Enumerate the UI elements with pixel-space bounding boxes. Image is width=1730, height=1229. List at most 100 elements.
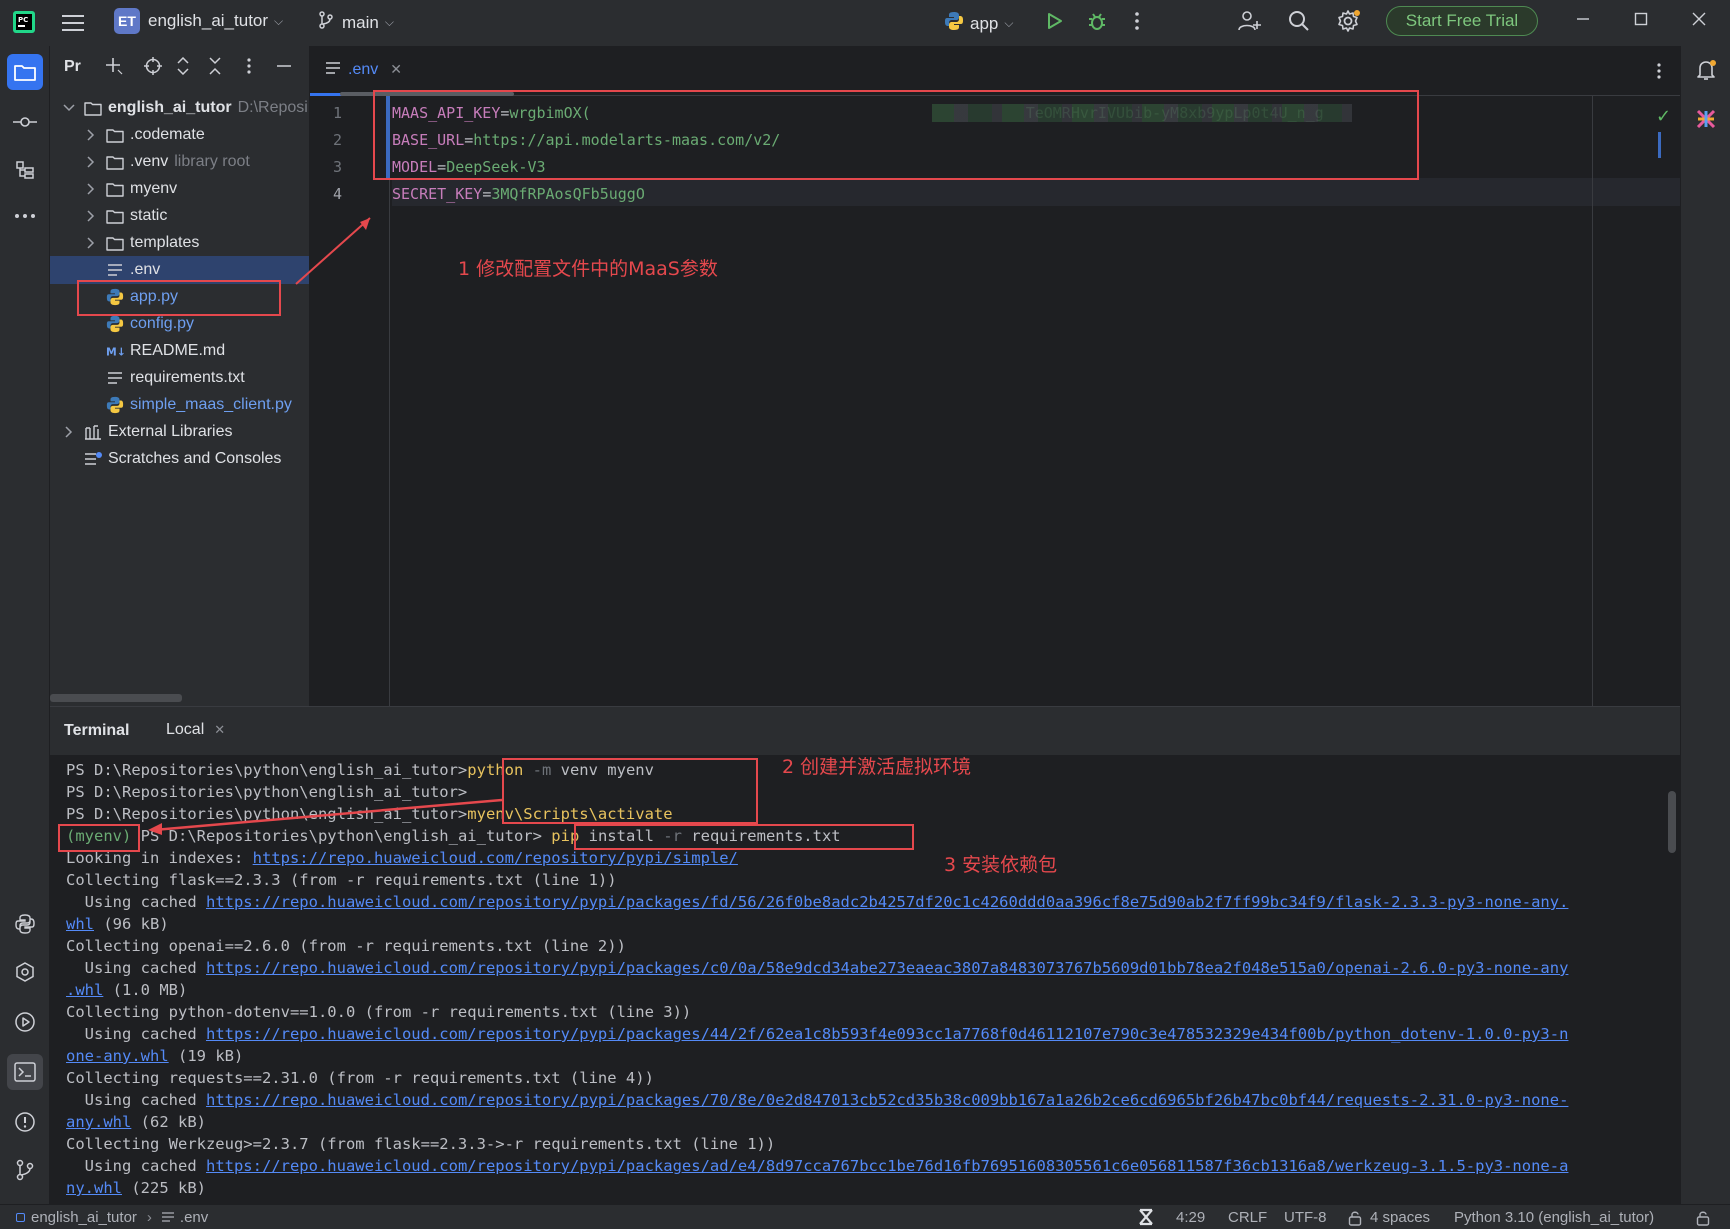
annotation-arrow-1 (295, 217, 371, 285)
text-file-icon (106, 370, 124, 386)
ai-assistant-icon[interactable] (1695, 108, 1717, 130)
tree-item-label: simple_maas_client.py (130, 396, 292, 413)
structure-icon[interactable] (7, 152, 43, 188)
package-url-link[interactable]: whl (66, 915, 94, 933)
chevron-down-icon[interactable] (62, 101, 76, 115)
terminal-line: any.whl (62 kB) (66, 1113, 206, 1131)
tree-item[interactable]: .codemate (50, 121, 309, 149)
close-tab-icon[interactable]: ✕ (390, 61, 402, 78)
package-url-link[interactable]: https://repo.huaweicloud.com/repository/… (206, 1157, 1568, 1175)
project-badge: ET (114, 8, 140, 34)
chevron-right-icon[interactable] (84, 128, 98, 142)
add-user-icon[interactable] (1238, 10, 1262, 32)
python-interpreter[interactable]: Python 3.10 (english_ai_tutor) (1454, 1209, 1654, 1226)
terminal-title: Terminal (64, 722, 130, 739)
code-line: SECRET_KEY=3MQfRPAosQFb5uggO (392, 185, 645, 203)
terminal-line: Collecting openai==2.6.0 (from -r requir… (66, 937, 626, 955)
tree-item[interactable]: Scratches and Consoles (50, 445, 309, 473)
package-url-link[interactable]: https://repo.huaweicloud.com/repository/… (206, 1091, 1568, 1109)
commit-icon[interactable] (7, 104, 43, 140)
pycharm-logo-icon[interactable]: PC (12, 10, 36, 34)
python-packages-icon[interactable] (7, 906, 43, 942)
notifications-bell-icon[interactable] (1694, 58, 1718, 82)
close-tab-icon[interactable]: ✕ (214, 722, 225, 738)
debug-icon[interactable] (1086, 10, 1108, 32)
package-url-link[interactable]: https://repo.huaweicloud.com/repository/… (206, 959, 1568, 977)
read-only-lock-icon[interactable] (1696, 1210, 1710, 1229)
folder-icon (84, 100, 102, 116)
package-url-link[interactable]: https://repo.huaweicloud.com/repository/… (206, 893, 1568, 911)
terminal-scrollbar[interactable] (1668, 791, 1676, 853)
breadcrumb[interactable]: english_ai_tutor › .env (16, 1209, 208, 1226)
package-url-link[interactable]: https://repo.huaweicloud.com/repository/… (206, 1025, 1568, 1043)
folder-icon (106, 235, 124, 251)
editor-tab-label: .env (348, 60, 379, 78)
tree-item[interactable]: english_ai_tutor D:\Reposi (50, 94, 309, 122)
package-url-link[interactable]: any.whl (66, 1113, 131, 1131)
tree-item[interactable]: .venv library root (50, 148, 309, 176)
indent-setting[interactable]: 4 spaces (1370, 1209, 1430, 1226)
package-url-link[interactable]: ny.whl (66, 1179, 122, 1197)
tree-item[interactable]: templates (50, 229, 309, 257)
tree-item[interactable]: requirements.txt (50, 364, 309, 392)
new-file-icon[interactable] (104, 56, 124, 76)
hide-panel-icon[interactable] (276, 58, 292, 74)
chevron-right-icon[interactable] (84, 182, 98, 196)
main-menu-icon[interactable] (60, 10, 86, 36)
project-panel-title[interactable]: Pr (64, 58, 81, 76)
markdown-file-icon: M↓ (106, 343, 124, 359)
package-url-link[interactable]: one-any.whl (66, 1047, 169, 1065)
breadcrumb-file[interactable]: .env (180, 1209, 208, 1226)
chevron-right-icon[interactable] (84, 236, 98, 250)
problems-icon[interactable] (7, 1104, 43, 1140)
terminal-tab-bar: Terminal Local ✕ (50, 707, 1680, 755)
tree-item[interactable]: External Libraries (50, 418, 309, 446)
collapse-all-icon[interactable] (208, 57, 222, 75)
code-token: SECRET_KEY (392, 185, 483, 203)
run-icon[interactable] (1044, 11, 1064, 31)
expand-all-icon[interactable] (176, 57, 190, 75)
more-vertical-icon[interactable] (1134, 11, 1140, 31)
branch-selector[interactable]: main ⌵ (318, 11, 394, 34)
line-separator[interactable]: CRLF (1228, 1209, 1267, 1226)
chevron-right-icon[interactable] (84, 155, 98, 169)
terminal-icon[interactable] (7, 1054, 43, 1090)
maximize-window-icon[interactable] (1634, 12, 1648, 26)
more-tools-icon[interactable] (7, 198, 43, 234)
lock-icon[interactable] (1348, 1210, 1362, 1229)
run-tool-icon[interactable] (7, 1004, 43, 1040)
caret-position[interactable]: 4:29 (1176, 1209, 1205, 1226)
tree-item-extra: library root (174, 153, 250, 170)
chevron-right-icon: › (146, 1209, 152, 1226)
tree-item-label: templates (130, 234, 200, 251)
settings-gear-icon[interactable] (1336, 9, 1360, 33)
tree-item[interactable]: static (50, 202, 309, 230)
minimize-window-icon[interactable] (1576, 12, 1590, 26)
project-selector[interactable]: ET english_ai_tutor ⌵ (114, 8, 283, 34)
chevron-right-icon[interactable] (84, 209, 98, 223)
search-icon[interactable] (1288, 10, 1310, 32)
svg-text:M↓: M↓ (106, 346, 124, 359)
breadcrumb-project[interactable]: english_ai_tutor (31, 1209, 137, 1226)
terminal-tab-local[interactable]: Local ✕ (166, 721, 225, 739)
locate-file-icon[interactable] (144, 57, 162, 75)
editor-tab-env[interactable]: .env ✕ (310, 46, 416, 96)
svg-text:PC: PC (18, 16, 28, 24)
horizontal-scrollbar[interactable] (50, 694, 182, 702)
editor-options-icon[interactable] (1656, 62, 1662, 80)
services-icon[interactable] (7, 954, 43, 990)
tree-item[interactable]: simple_maas_client.py (50, 391, 309, 419)
project-folder-icon[interactable] (7, 54, 43, 90)
close-window-icon[interactable] (1692, 12, 1706, 26)
ai-status-icon[interactable] (1138, 1208, 1154, 1229)
options-icon[interactable] (246, 57, 252, 75)
chevron-right-icon[interactable] (62, 425, 76, 439)
run-config-selector[interactable]: app ⌵ (944, 11, 1013, 36)
git-icon[interactable] (7, 1152, 43, 1188)
index-url-link[interactable]: https://repo.huaweicloud.com/repository/… (253, 849, 738, 867)
tree-item[interactable]: myenv (50, 175, 309, 203)
package-url-link[interactable]: .whl (66, 981, 103, 999)
tree-item[interactable]: M↓ README.md (50, 337, 309, 365)
start-free-trial-button[interactable]: Start Free Trial (1386, 6, 1538, 36)
file-encoding[interactable]: UTF-8 (1284, 1209, 1327, 1226)
